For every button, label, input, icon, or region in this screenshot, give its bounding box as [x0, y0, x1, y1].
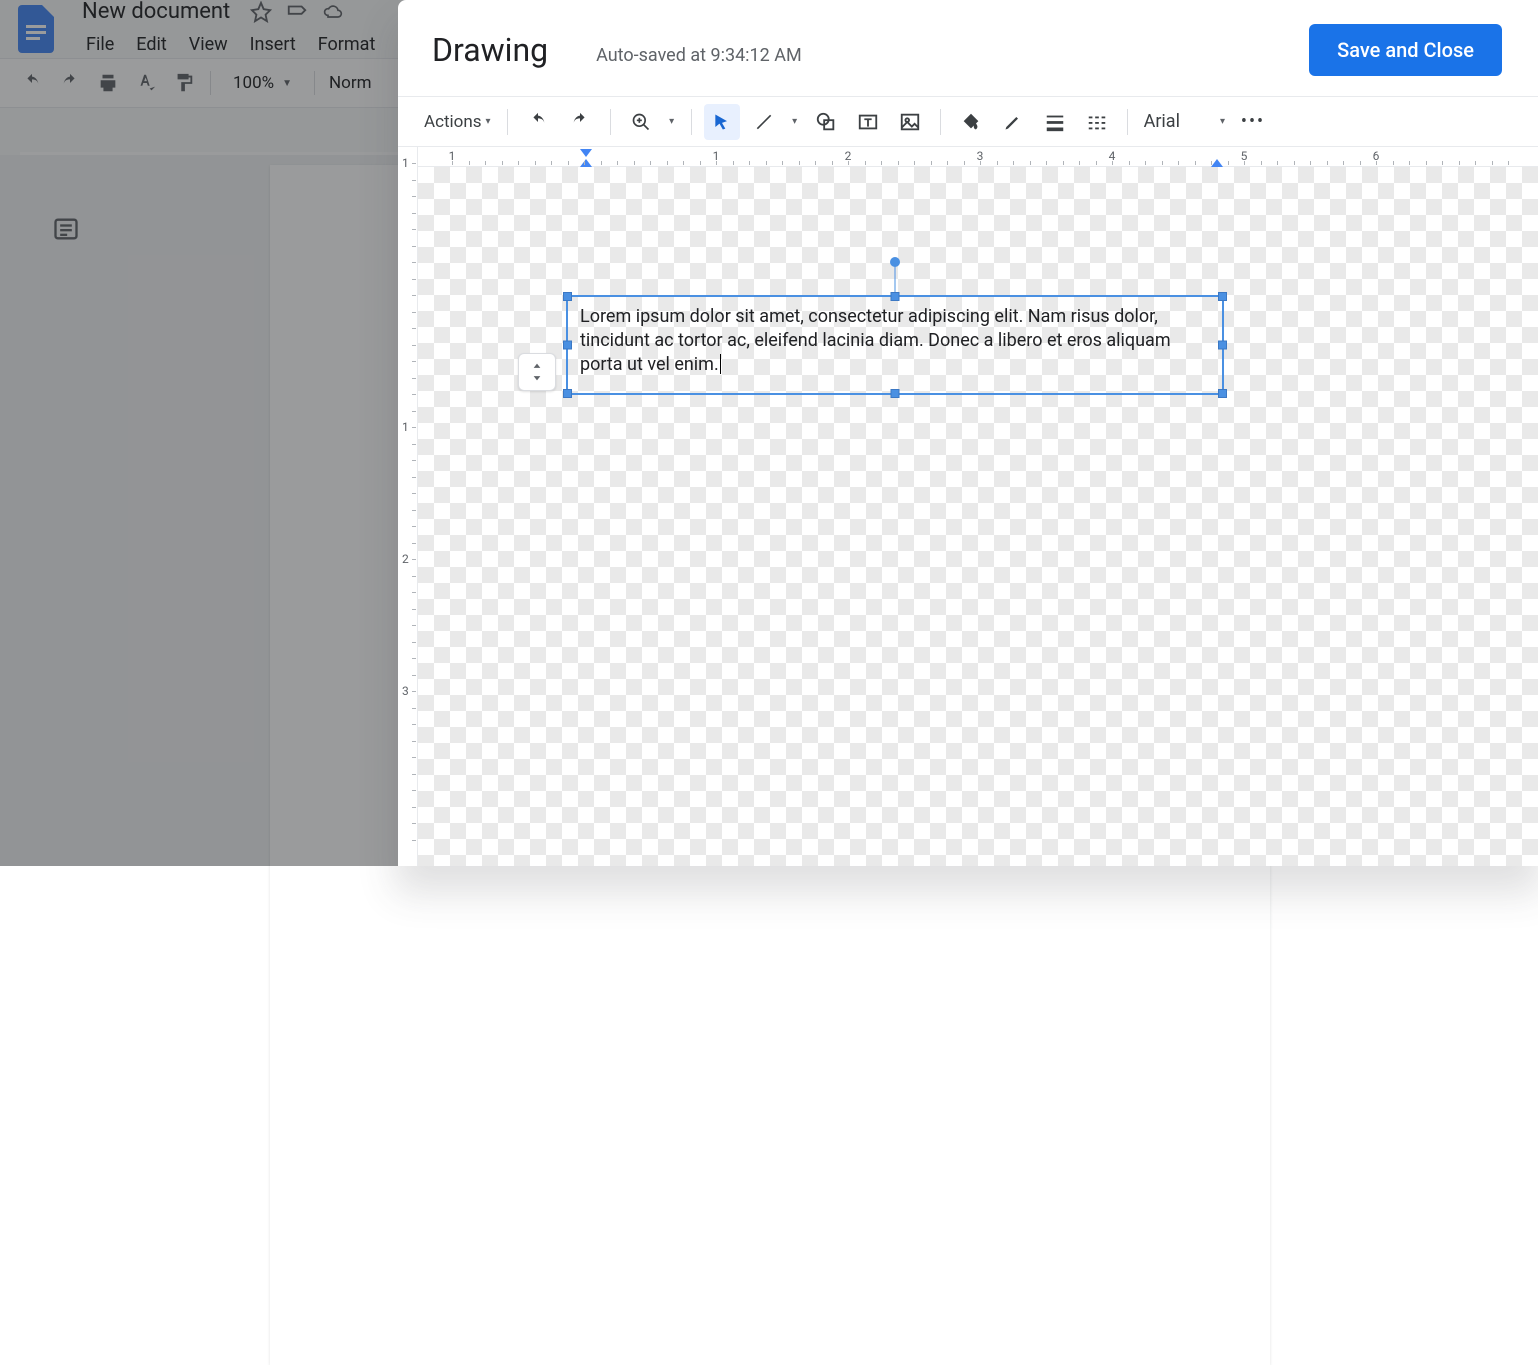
resize-handle-mr[interactable]	[1218, 341, 1227, 350]
right-indent-icon[interactable]	[1211, 159, 1223, 167]
text-box[interactable]: Lorem ipsum dolor sit amet, consectetur …	[566, 295, 1224, 395]
border-dash-icon[interactable]	[1079, 104, 1115, 140]
resize-handle-bm[interactable]	[891, 389, 900, 398]
left-indent-icon[interactable]	[580, 159, 592, 167]
autosave-status: Auto-saved at 9:34:12 AM	[596, 45, 802, 66]
border-color-icon[interactable]	[995, 104, 1031, 140]
ruler-tick: 1	[402, 156, 409, 170]
drawing-toolbar: Actions▾ ▾ ▾ Arial▾ •••	[398, 97, 1538, 147]
text-cursor	[720, 354, 721, 374]
fill-color-icon[interactable]	[953, 104, 989, 140]
ruler-tick: 2	[402, 552, 409, 566]
dialog-title: Drawing	[432, 31, 548, 69]
resize-handle-bl[interactable]	[563, 389, 572, 398]
text-box-content[interactable]: Lorem ipsum dolor sit amet, consectetur …	[568, 297, 1222, 384]
save-and-close-button[interactable]: Save and Close	[1309, 24, 1502, 76]
redo-icon[interactable]	[562, 104, 598, 140]
resize-handle-tl[interactable]	[563, 292, 572, 301]
border-weight-icon[interactable]	[1037, 104, 1073, 140]
resize-handle-tr[interactable]	[1218, 292, 1227, 301]
drawing-canvas[interactable]: Lorem ipsum dolor sit amet, consectetur …	[418, 167, 1538, 866]
resize-handle-ml[interactable]	[563, 341, 572, 350]
more-options-icon[interactable]: •••	[1235, 104, 1271, 140]
line-dropdown-icon[interactable]: ▾	[788, 104, 802, 140]
resize-handle-tm[interactable]	[891, 292, 900, 301]
textbox-tool-icon[interactable]	[850, 104, 886, 140]
line-tool-icon[interactable]	[746, 104, 782, 140]
drawing-dialog: Drawing Auto-saved at 9:34:12 AM Save an…	[398, 0, 1538, 866]
dialog-header: Drawing Auto-saved at 9:34:12 AM Save an…	[398, 0, 1538, 97]
drawing-canvas-area: 1 1 2 3 1 1 2 3 4 5 6	[398, 147, 1538, 866]
actions-menu[interactable]: Actions▾	[420, 104, 495, 140]
horizontal-ruler[interactable]: 1 1 2 3 4 5 6	[418, 147, 1538, 167]
image-tool-icon[interactable]	[892, 104, 928, 140]
undo-icon[interactable]	[520, 104, 556, 140]
ruler-tick: 3	[402, 684, 409, 698]
zoom-icon[interactable]	[623, 104, 659, 140]
vertical-ruler[interactable]: 1 1 2 3	[398, 147, 418, 866]
resize-handle-br[interactable]	[1218, 389, 1227, 398]
autofit-toggle-icon[interactable]	[518, 353, 556, 391]
shape-tool-icon[interactable]	[808, 104, 844, 140]
ruler-tick: 1	[402, 420, 409, 434]
font-select[interactable]: Arial▾	[1140, 104, 1229, 140]
zoom-dropdown-icon[interactable]: ▾	[665, 104, 679, 140]
select-tool-icon[interactable]	[704, 104, 740, 140]
first-line-indent-icon[interactable]	[580, 149, 592, 157]
rotate-handle[interactable]	[890, 257, 900, 267]
